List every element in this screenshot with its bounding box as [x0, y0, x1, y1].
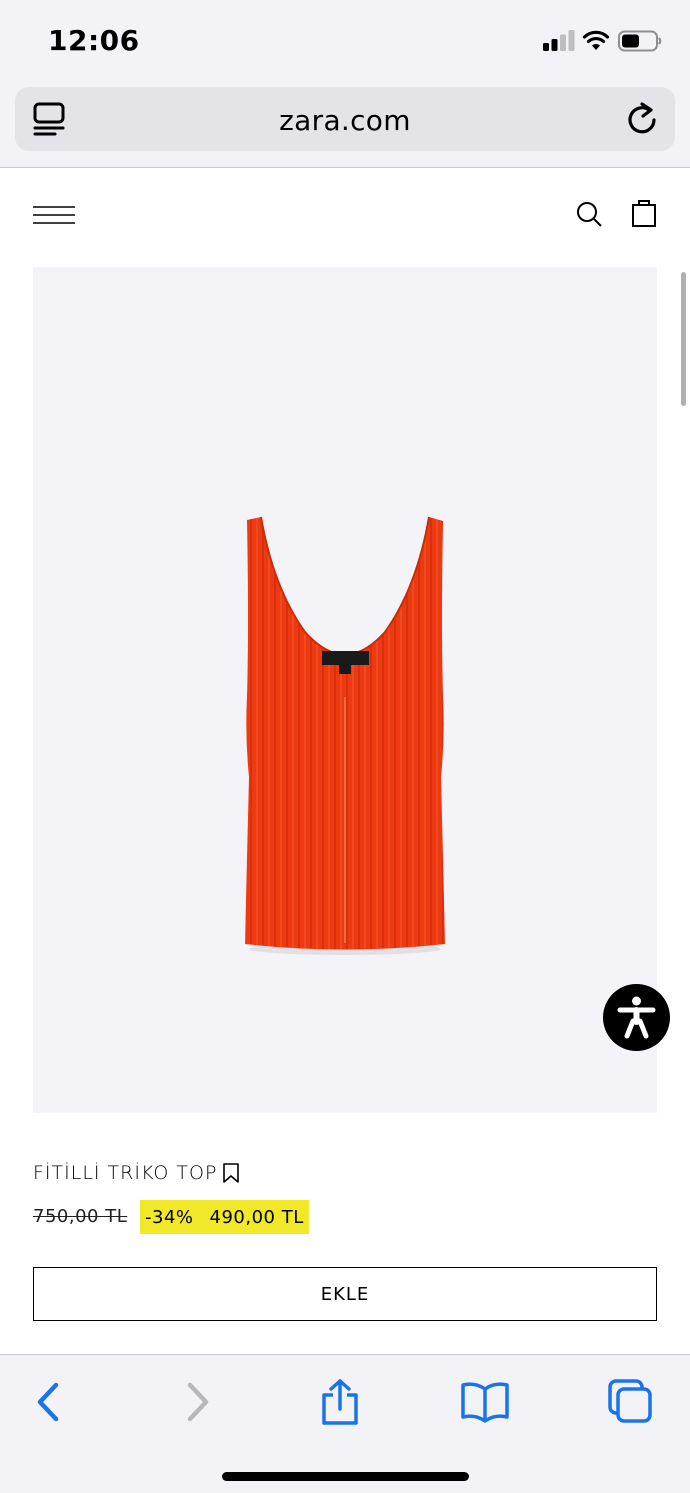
accessibility-icon — [617, 996, 656, 1039]
browser-toolbar — [0, 1354, 690, 1493]
reload-icon[interactable] — [625, 101, 659, 137]
sale-price-box: -34% 490,00 TL — [140, 1200, 309, 1234]
url-text[interactable]: zara.com — [15, 104, 675, 137]
site-header — [0, 169, 690, 259]
wifi-icon — [582, 30, 610, 50]
scroll-indicator[interactable] — [681, 272, 686, 406]
status-time: 12:06 — [48, 24, 140, 57]
battery-icon — [618, 30, 662, 52]
status-bar: 12:06 — [0, 0, 690, 82]
signal-icon — [543, 30, 575, 51]
share-icon[interactable] — [316, 1379, 364, 1425]
tabs-icon[interactable] — [606, 1379, 654, 1425]
bag-icon[interactable] — [632, 199, 656, 227]
discount-badge: -34% — [145, 1206, 194, 1228]
home-indicator[interactable] — [222, 1472, 469, 1481]
sale-price: 490,00 TL — [209, 1206, 304, 1228]
forward-icon[interactable] — [174, 1379, 222, 1425]
original-price: 750,00 TL — [33, 1206, 128, 1227]
menu-icon[interactable] — [33, 205, 75, 225]
product-image[interactable] — [33, 267, 657, 1113]
bookmark-icon[interactable] — [222, 1163, 240, 1183]
add-to-cart-button[interactable]: EKLE — [33, 1267, 657, 1321]
product-name: FİTİLLİ TRİKO TOP — [33, 1162, 218, 1184]
search-icon[interactable] — [576, 201, 602, 227]
browser-address-area: zara.com — [0, 82, 690, 168]
tank-top-illustration — [245, 516, 445, 955]
back-icon[interactable] — [24, 1379, 72, 1425]
accessibility-button[interactable] — [603, 984, 670, 1051]
bookmarks-icon[interactable] — [461, 1379, 509, 1425]
address-bar[interactable]: zara.com — [15, 87, 675, 151]
